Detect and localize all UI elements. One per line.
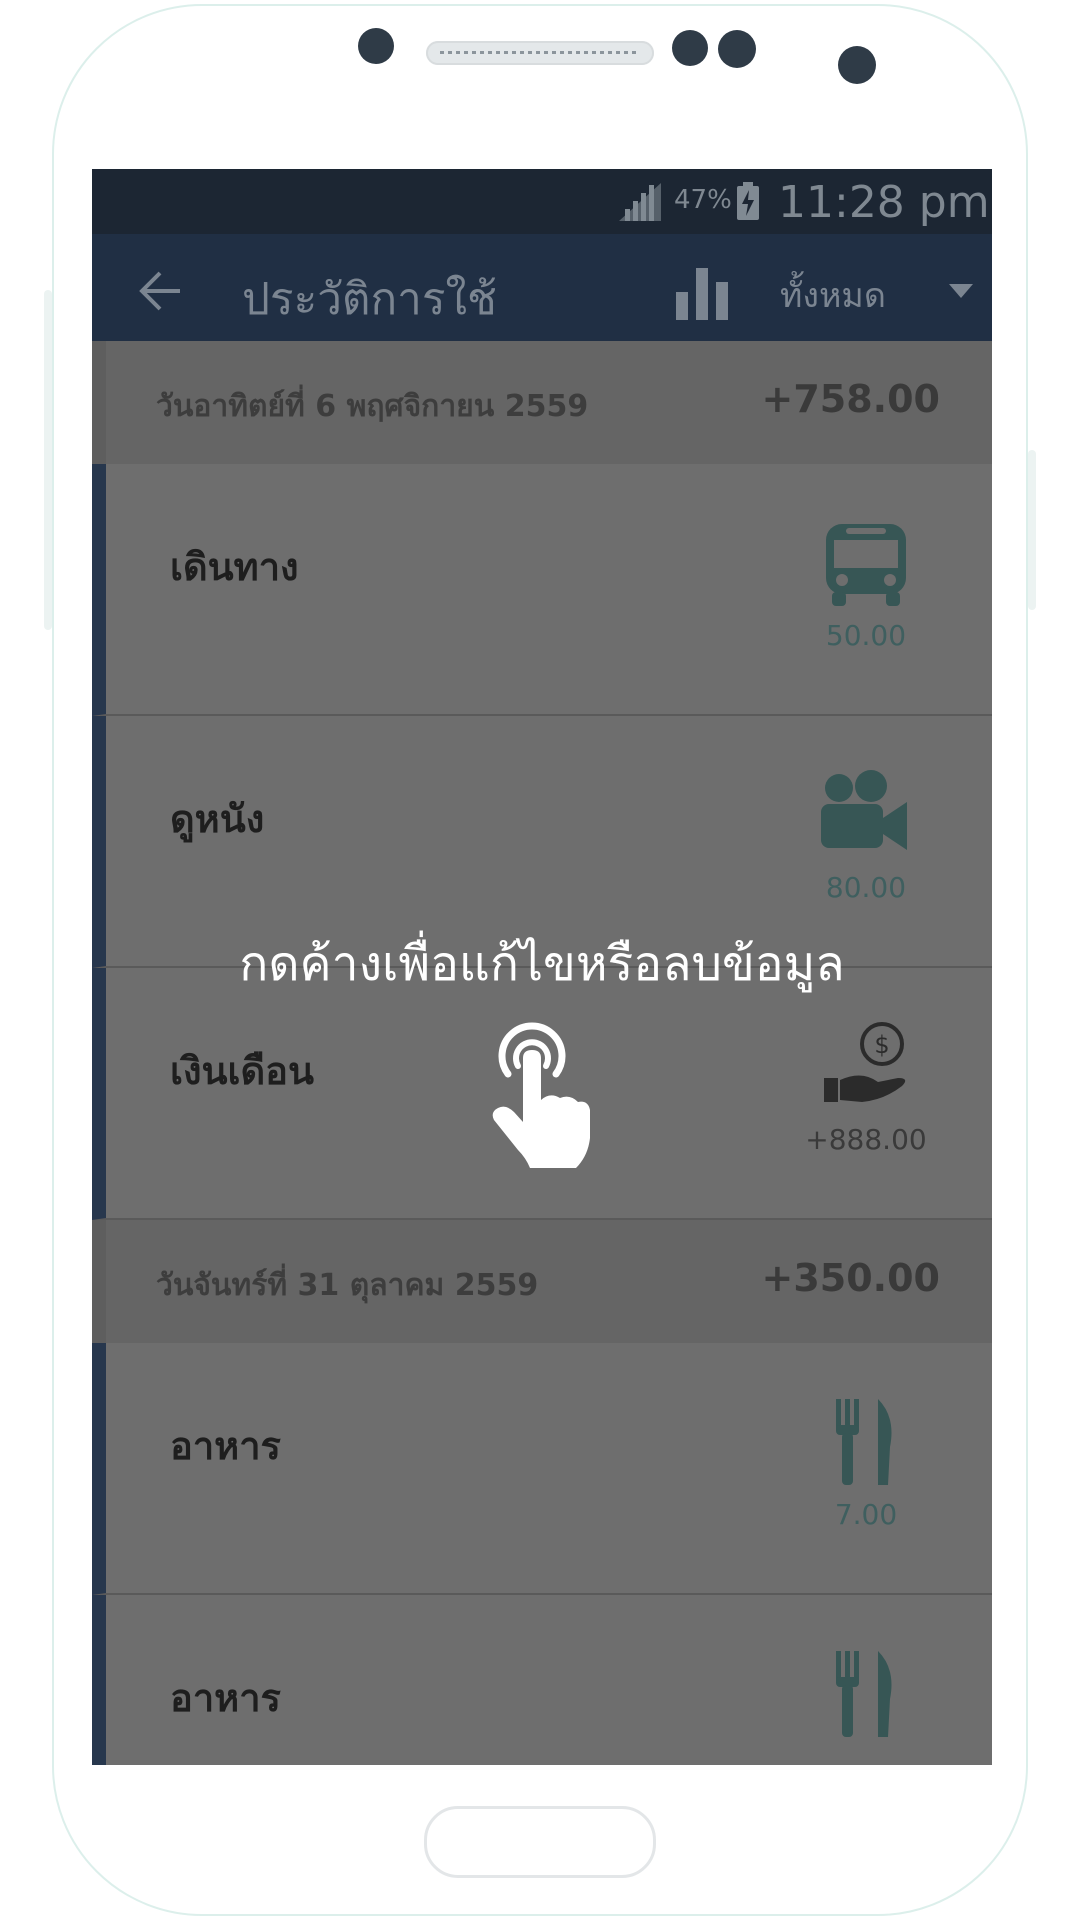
svg-text:$: $ — [874, 1031, 889, 1059]
entry-title: ดูหนัง — [170, 797, 265, 841]
list-item[interactable]: เดินทาง 50.00 — [92, 464, 992, 716]
filter-dropdown[interactable]: ทั้งหมด — [780, 268, 886, 322]
movie-camera-icon — [821, 770, 907, 850]
battery-percent: 47% — [674, 185, 732, 215]
fork-knife-icon — [836, 1399, 892, 1485]
date-header: วันจันทร์ที่ 31 ตุลาคม 2559 +350.00 — [92, 1220, 992, 1343]
status-bar: 47% 11:28 pm — [92, 169, 992, 234]
entry-amount: 7.00 — [834, 1498, 898, 1531]
bar-chart-icon[interactable] — [674, 264, 730, 320]
date-label: วันจันทร์ที่ 31 ตุลาคม 2559 — [156, 1268, 539, 1303]
tap-hand-icon — [492, 1022, 590, 1168]
list-item[interactable]: อาหาร — [92, 1595, 992, 1765]
date-header: วันอาทิตย์ที่ 6 พฤศจิกายน 2559 +758.00 — [92, 341, 992, 464]
battery-charging-icon — [737, 182, 759, 220]
money-hand-icon: $ — [824, 1022, 906, 1102]
arrow-left-icon[interactable] — [138, 271, 182, 311]
entry-amount: +888.00 — [805, 1123, 927, 1156]
entry-amount: 80.00 — [825, 871, 907, 904]
date-label: วันอาทิตย์ที่ 6 พฤศจิกายน 2559 — [156, 389, 589, 424]
entry-amount: 50.00 — [825, 619, 907, 652]
front-sensor — [358, 28, 394, 64]
proximity-sensor — [672, 30, 708, 66]
fork-knife-icon — [836, 1651, 892, 1737]
date-total: +758.00 — [761, 377, 940, 421]
status-time: 11:28 pm — [778, 177, 990, 228]
earpiece-speaker — [426, 41, 654, 65]
light-sensor — [718, 30, 756, 68]
date-total: +350.00 — [761, 1256, 940, 1300]
list-item[interactable]: อาหาร 7.00 — [92, 1343, 992, 1595]
front-camera — [838, 46, 876, 84]
long-press-hint: กดค้างเพื่อแก้ไขหรือลบข้อมูล — [239, 936, 845, 992]
app-bar: ประวัติการใช้ ทั้งหมด — [92, 234, 992, 341]
home-button[interactable] — [424, 1806, 656, 1878]
signal-icon — [619, 183, 661, 221]
entry-title: เดินทาง — [170, 545, 299, 589]
bus-icon — [826, 524, 906, 606]
power-button — [1028, 450, 1036, 610]
entry-title: เงินเดือน — [170, 1049, 314, 1093]
triangle-down-icon[interactable] — [949, 284, 973, 298]
entry-title: อาหาร — [170, 1424, 281, 1468]
entry-title: อาหาร — [170, 1676, 281, 1720]
volume-button — [44, 290, 52, 630]
page-title: ประวัติการใช้ — [242, 274, 497, 325]
